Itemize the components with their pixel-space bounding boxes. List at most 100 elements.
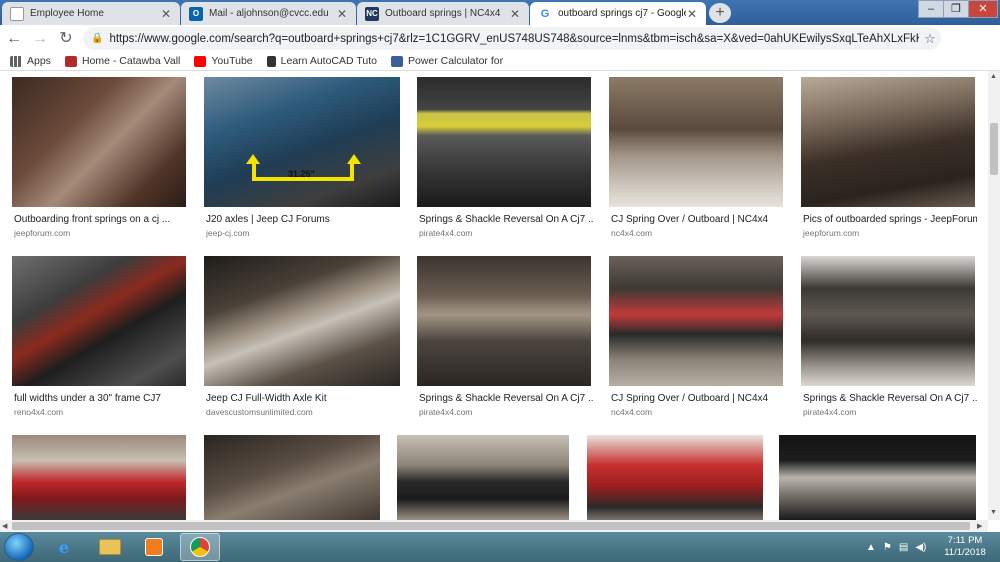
tab-employee-home[interactable]: Employee Home ✕	[2, 2, 180, 25]
tab-title: Mail - aljohnson@cvcc.edu	[209, 8, 329, 19]
close-tab-icon[interactable]: ✕	[509, 7, 521, 21]
result-caption[interactable]: Jeep CJ Full-Width Axle Kit	[206, 393, 402, 404]
close-tab-icon[interactable]: ✕	[160, 7, 172, 21]
scroll-right-arrow-icon[interactable]: ▶	[977, 522, 982, 530]
bookmark-label: Home - Catawba Vall	[81, 55, 181, 67]
bookmark-catawba[interactable]: Home - Catawba Vall	[64, 55, 181, 67]
calculator-icon	[390, 55, 403, 67]
result-image[interactable]	[204, 435, 380, 520]
close-tab-icon[interactable]: ✕	[336, 7, 348, 21]
result-image[interactable]	[417, 77, 591, 207]
result-caption[interactable]: Springs & Shackle Reversal On A Cj7 ...	[419, 214, 593, 225]
result-image[interactable]	[609, 256, 783, 386]
chrome-icon[interactable]	[180, 533, 220, 561]
reload-icon[interactable]: ↻	[54, 27, 78, 51]
tab-title: outboard springs cj7 - Google Se	[558, 8, 686, 19]
result-image[interactable]	[609, 77, 783, 207]
result-source[interactable]: nc4x4.com	[611, 228, 652, 238]
tab-title: Outboard springs | NC4x4	[385, 8, 501, 19]
bookmark-autocad[interactable]: Learn AutoCAD Tuto	[266, 55, 377, 67]
windows-taskbar: e ▲ ⚑ ▤ ◀) 7:11 PM 11/1/2018	[0, 532, 1000, 562]
browser-toolbar: ← → ↻ 🔒 https://www.google.com/search?q=…	[0, 25, 1000, 69]
internet-explorer-icon[interactable]: e	[44, 533, 84, 561]
browser-tab-strip: Employee Home ✕ O Mail - aljohnson@cvcc.…	[0, 0, 1000, 25]
result-source[interactable]: reno4x4.com	[14, 407, 63, 417]
result-caption[interactable]: Outboarding front springs on a cj ...	[14, 214, 188, 225]
result-caption[interactable]: CJ Spring Over / Outboard | NC4x4	[611, 214, 785, 225]
media-player-icon[interactable]	[134, 533, 174, 561]
lock-icon: 🔒	[91, 33, 104, 44]
result-source[interactable]: pirate4x4.com	[419, 228, 472, 238]
vertical-scrollbar[interactable]: ▲ ▼	[988, 71, 1000, 520]
bookmark-apps[interactable]: Apps	[10, 55, 51, 67]
file-explorer-icon[interactable]	[90, 533, 130, 561]
new-tab-button[interactable]: +	[709, 3, 731, 23]
result-image[interactable]	[12, 256, 186, 386]
result-image[interactable]	[397, 435, 569, 520]
result-source[interactable]: jeepforum.com	[14, 228, 70, 238]
scroll-left-arrow-icon[interactable]: ◀	[2, 522, 7, 530]
bookmark-label: Apps	[27, 55, 51, 67]
vertical-scroll-thumb[interactable]	[990, 123, 998, 175]
result-source[interactable]: davescustomsunlimited.com	[206, 407, 313, 417]
page-icon	[10, 6, 24, 21]
show-hidden-icons-icon[interactable]: ▲	[866, 542, 876, 553]
result-source[interactable]: jeepforum.com	[803, 228, 859, 238]
tab-nc4x4[interactable]: NC Outboard springs | NC4x4 ✕	[357, 2, 529, 25]
start-button[interactable]	[4, 533, 34, 561]
result-source[interactable]: pirate4x4.com	[803, 407, 856, 417]
result-image[interactable]	[801, 77, 975, 207]
result-caption[interactable]: Pics of outboarded springs - JeepForum..…	[803, 214, 977, 225]
result-caption[interactable]: CJ Spring Over / Outboard | NC4x4	[611, 393, 785, 404]
bookmark-star-icon[interactable]: ☆	[919, 31, 941, 47]
back-arrow-icon[interactable]: ←	[2, 27, 26, 51]
forward-arrow-icon[interactable]: →	[28, 27, 52, 51]
result-image[interactable]	[801, 256, 975, 386]
catawba-icon	[64, 55, 77, 67]
youtube-icon	[194, 55, 207, 67]
result-image[interactable]	[779, 435, 976, 520]
close-tab-icon[interactable]: ✕	[686, 7, 698, 21]
result-image[interactable]	[204, 256, 400, 386]
horizontal-scrollbar[interactable]: ◀ ▶	[0, 520, 988, 532]
result-caption[interactable]: Springs & Shackle Reversal On A Cj7 ...	[803, 393, 977, 404]
clock-time: 7:11 PM	[947, 535, 983, 546]
result-caption[interactable]: full widths under a 30" frame CJ7	[14, 393, 188, 404]
scroll-up-arrow-icon[interactable]: ▲	[990, 73, 997, 80]
measurement-label: 31.25"	[288, 169, 315, 179]
scroll-down-arrow-icon[interactable]: ▼	[990, 509, 997, 516]
bookmark-power-calculator[interactable]: Power Calculator for	[390, 55, 504, 67]
flag-icon[interactable]: ⚑	[883, 542, 892, 553]
minimize-button[interactable]: –	[918, 0, 944, 18]
result-image[interactable]	[12, 77, 186, 207]
result-source[interactable]: nc4x4.com	[611, 407, 652, 417]
google-icon: G	[538, 6, 552, 21]
tab-title: Employee Home	[30, 8, 104, 19]
horizontal-scroll-thumb[interactable]	[12, 522, 970, 530]
close-window-button[interactable]: ✕	[968, 0, 998, 18]
result-image[interactable]: 31.25"	[204, 77, 400, 207]
result-image[interactable]	[12, 435, 186, 520]
nc4x4-icon: NC	[365, 6, 379, 21]
url-text[interactable]: https://www.google.com/search?q=outboard…	[109, 33, 919, 45]
taskbar-clock[interactable]: 7:11 PM 11/1/2018	[936, 535, 994, 559]
result-source[interactable]: jeep-cj.com	[206, 228, 249, 238]
result-image[interactable]	[587, 435, 763, 520]
bookmark-label: Power Calculator for	[407, 55, 504, 67]
clock-date: 11/1/2018	[944, 547, 986, 558]
volume-icon[interactable]: ◀)	[915, 542, 926, 553]
tab-google-images[interactable]: G outboard springs cj7 - Google Se ✕	[530, 2, 706, 25]
tab-mail[interactable]: O Mail - aljohnson@cvcc.edu ✕	[181, 2, 356, 25]
result-image[interactable]	[417, 256, 591, 386]
result-caption[interactable]: Springs & Shackle Reversal On A Cj7 ...	[419, 393, 593, 404]
bookmark-label: Learn AutoCAD Tuto	[280, 55, 377, 67]
maximize-button[interactable]: ❐	[943, 0, 969, 18]
outlook-icon: O	[189, 6, 203, 21]
apps-grid-icon	[10, 55, 22, 67]
result-caption[interactable]: J20 axles | Jeep CJ Forums	[206, 214, 402, 225]
network-icon[interactable]: ▤	[899, 542, 908, 553]
result-source[interactable]: pirate4x4.com	[419, 407, 472, 417]
address-bar[interactable]: 🔒 https://www.google.com/search?q=outboa…	[83, 27, 941, 50]
bookmarks-bar: Apps Home - Catawba Vall YouTube Learn A…	[0, 52, 1000, 71]
bookmark-youtube[interactable]: YouTube	[194, 55, 253, 67]
